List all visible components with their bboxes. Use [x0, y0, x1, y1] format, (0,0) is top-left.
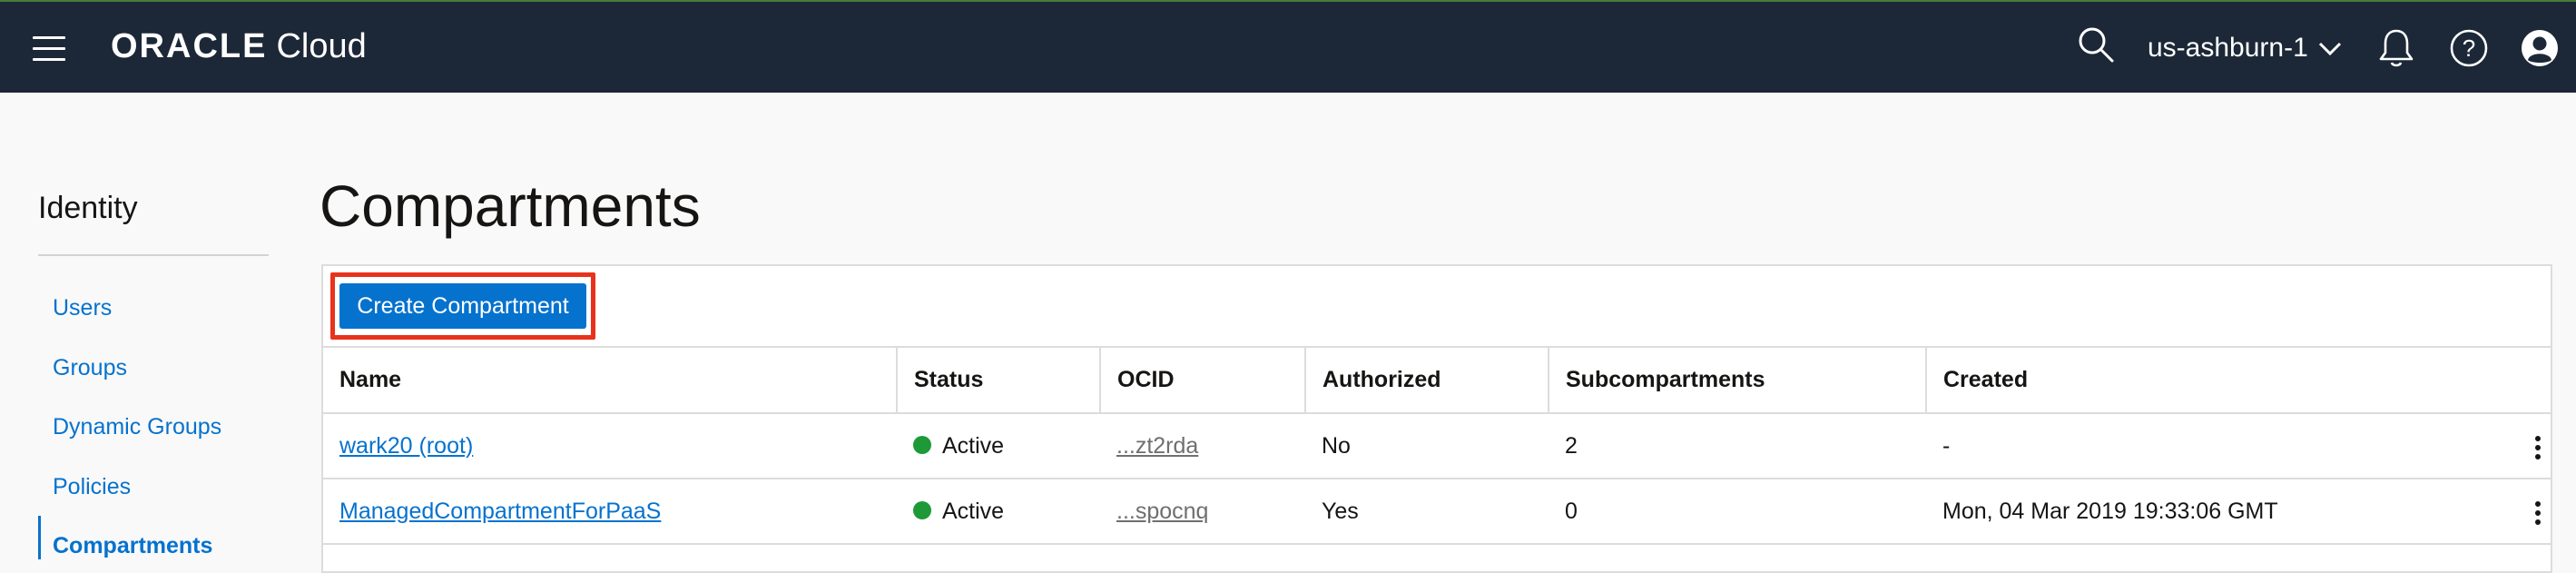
status-active-dot-icon — [913, 500, 931, 519]
top-navigation-bar: ORACLE Cloud us-ashburn-1 ? — [0, 0, 2576, 93]
sidebar-item-dynamic-groups[interactable]: Dynamic Groups — [53, 414, 221, 440]
sidebar-item-users[interactable]: Users — [53, 295, 112, 321]
sidebar-title: Identity — [38, 191, 138, 225]
created-text: - — [1942, 432, 1951, 459]
cell-ocid: ...spocnq — [1100, 479, 1305, 545]
sidebar-item-groups[interactable]: Groups — [53, 355, 127, 381]
column-header-name[interactable]: Name — [323, 348, 898, 414]
svg-text:?: ? — [2463, 35, 2475, 62]
compartments-panel: Create Compartment Name Status OCID Auth… — [321, 264, 2552, 573]
cell-subcompartments: 2 — [1549, 413, 1926, 479]
page-title: Compartments — [320, 173, 701, 239]
sidebar-active-indicator — [38, 516, 41, 559]
created-text: Mon, 04 Mar 2019 19:33:06 GMT — [1942, 498, 2278, 524]
table-row: ManagedCompartmentForPaaS Active ...spoc… — [323, 479, 2551, 545]
region-label: us-ashburn-1 — [2148, 33, 2308, 63]
cell-created: Mon, 04 Mar 2019 19:33:06 GMT — [1926, 479, 2551, 545]
table-toolbar: Create Compartment — [323, 266, 2551, 348]
cell-name: wark20 (root) — [323, 413, 897, 479]
cell-status: Active — [897, 413, 1100, 479]
region-selector[interactable]: us-ashburn-1 — [2148, 33, 2343, 64]
oracle-cloud-logo[interactable]: ORACLE Cloud — [111, 27, 367, 66]
cell-name: ManagedCompartmentForPaaS — [323, 479, 897, 545]
row-actions-kebab-icon[interactable] — [2534, 501, 2542, 531]
logo-brand-text: ORACLE — [111, 27, 268, 65]
menu-icon[interactable] — [33, 36, 65, 62]
table-header-row: Name Status OCID Authorized Subcompartme… — [323, 348, 2551, 414]
bell-icon[interactable] — [2376, 27, 2416, 74]
chevron-down-icon — [2318, 43, 2341, 56]
help-icon[interactable]: ? — [2449, 28, 2489, 73]
cell-authorized: No — [1305, 413, 1549, 479]
create-compartment-button[interactable]: Create Compartment — [339, 283, 586, 329]
row-actions-kebab-icon[interactable] — [2534, 436, 2542, 466]
compartment-name-link[interactable]: wark20 (root) — [339, 433, 473, 459]
ocid-link[interactable]: ...spocnq — [1116, 499, 1208, 524]
status-active-dot-icon — [913, 435, 931, 454]
column-header-created[interactable]: Created — [1926, 348, 2551, 414]
column-header-status[interactable]: Status — [897, 348, 1101, 414]
table-row: wark20 (root) Active ...zt2rda No 2 - — [323, 413, 2551, 479]
search-icon[interactable] — [2077, 25, 2115, 68]
column-header-ocid[interactable]: OCID — [1100, 348, 1306, 414]
sidebar-item-policies[interactable]: Policies — [53, 474, 131, 500]
ocid-link[interactable]: ...zt2rda — [1116, 433, 1198, 459]
cell-subcompartments: 0 — [1549, 479, 1926, 545]
sidebar-item-compartments[interactable]: Compartments — [53, 533, 212, 559]
compartment-name-link[interactable]: ManagedCompartmentForPaaS — [339, 499, 661, 524]
cell-status: Active — [897, 479, 1100, 545]
cell-authorized: Yes — [1305, 479, 1549, 545]
cell-created: - — [1926, 413, 2551, 479]
column-header-subcompartments[interactable]: Subcompartments — [1549, 348, 1927, 414]
column-header-authorized[interactable]: Authorized — [1305, 348, 1549, 414]
status-text: Active — [942, 498, 1005, 524]
status-text: Active — [942, 432, 1005, 459]
sidebar-divider — [38, 254, 269, 256]
compartments-table: Name Status OCID Authorized Subcompartme… — [323, 348, 2551, 545]
cell-ocid: ...zt2rda — [1100, 413, 1305, 479]
user-icon[interactable] — [2520, 28, 2560, 73]
logo-product-text: Cloud — [276, 27, 367, 65]
